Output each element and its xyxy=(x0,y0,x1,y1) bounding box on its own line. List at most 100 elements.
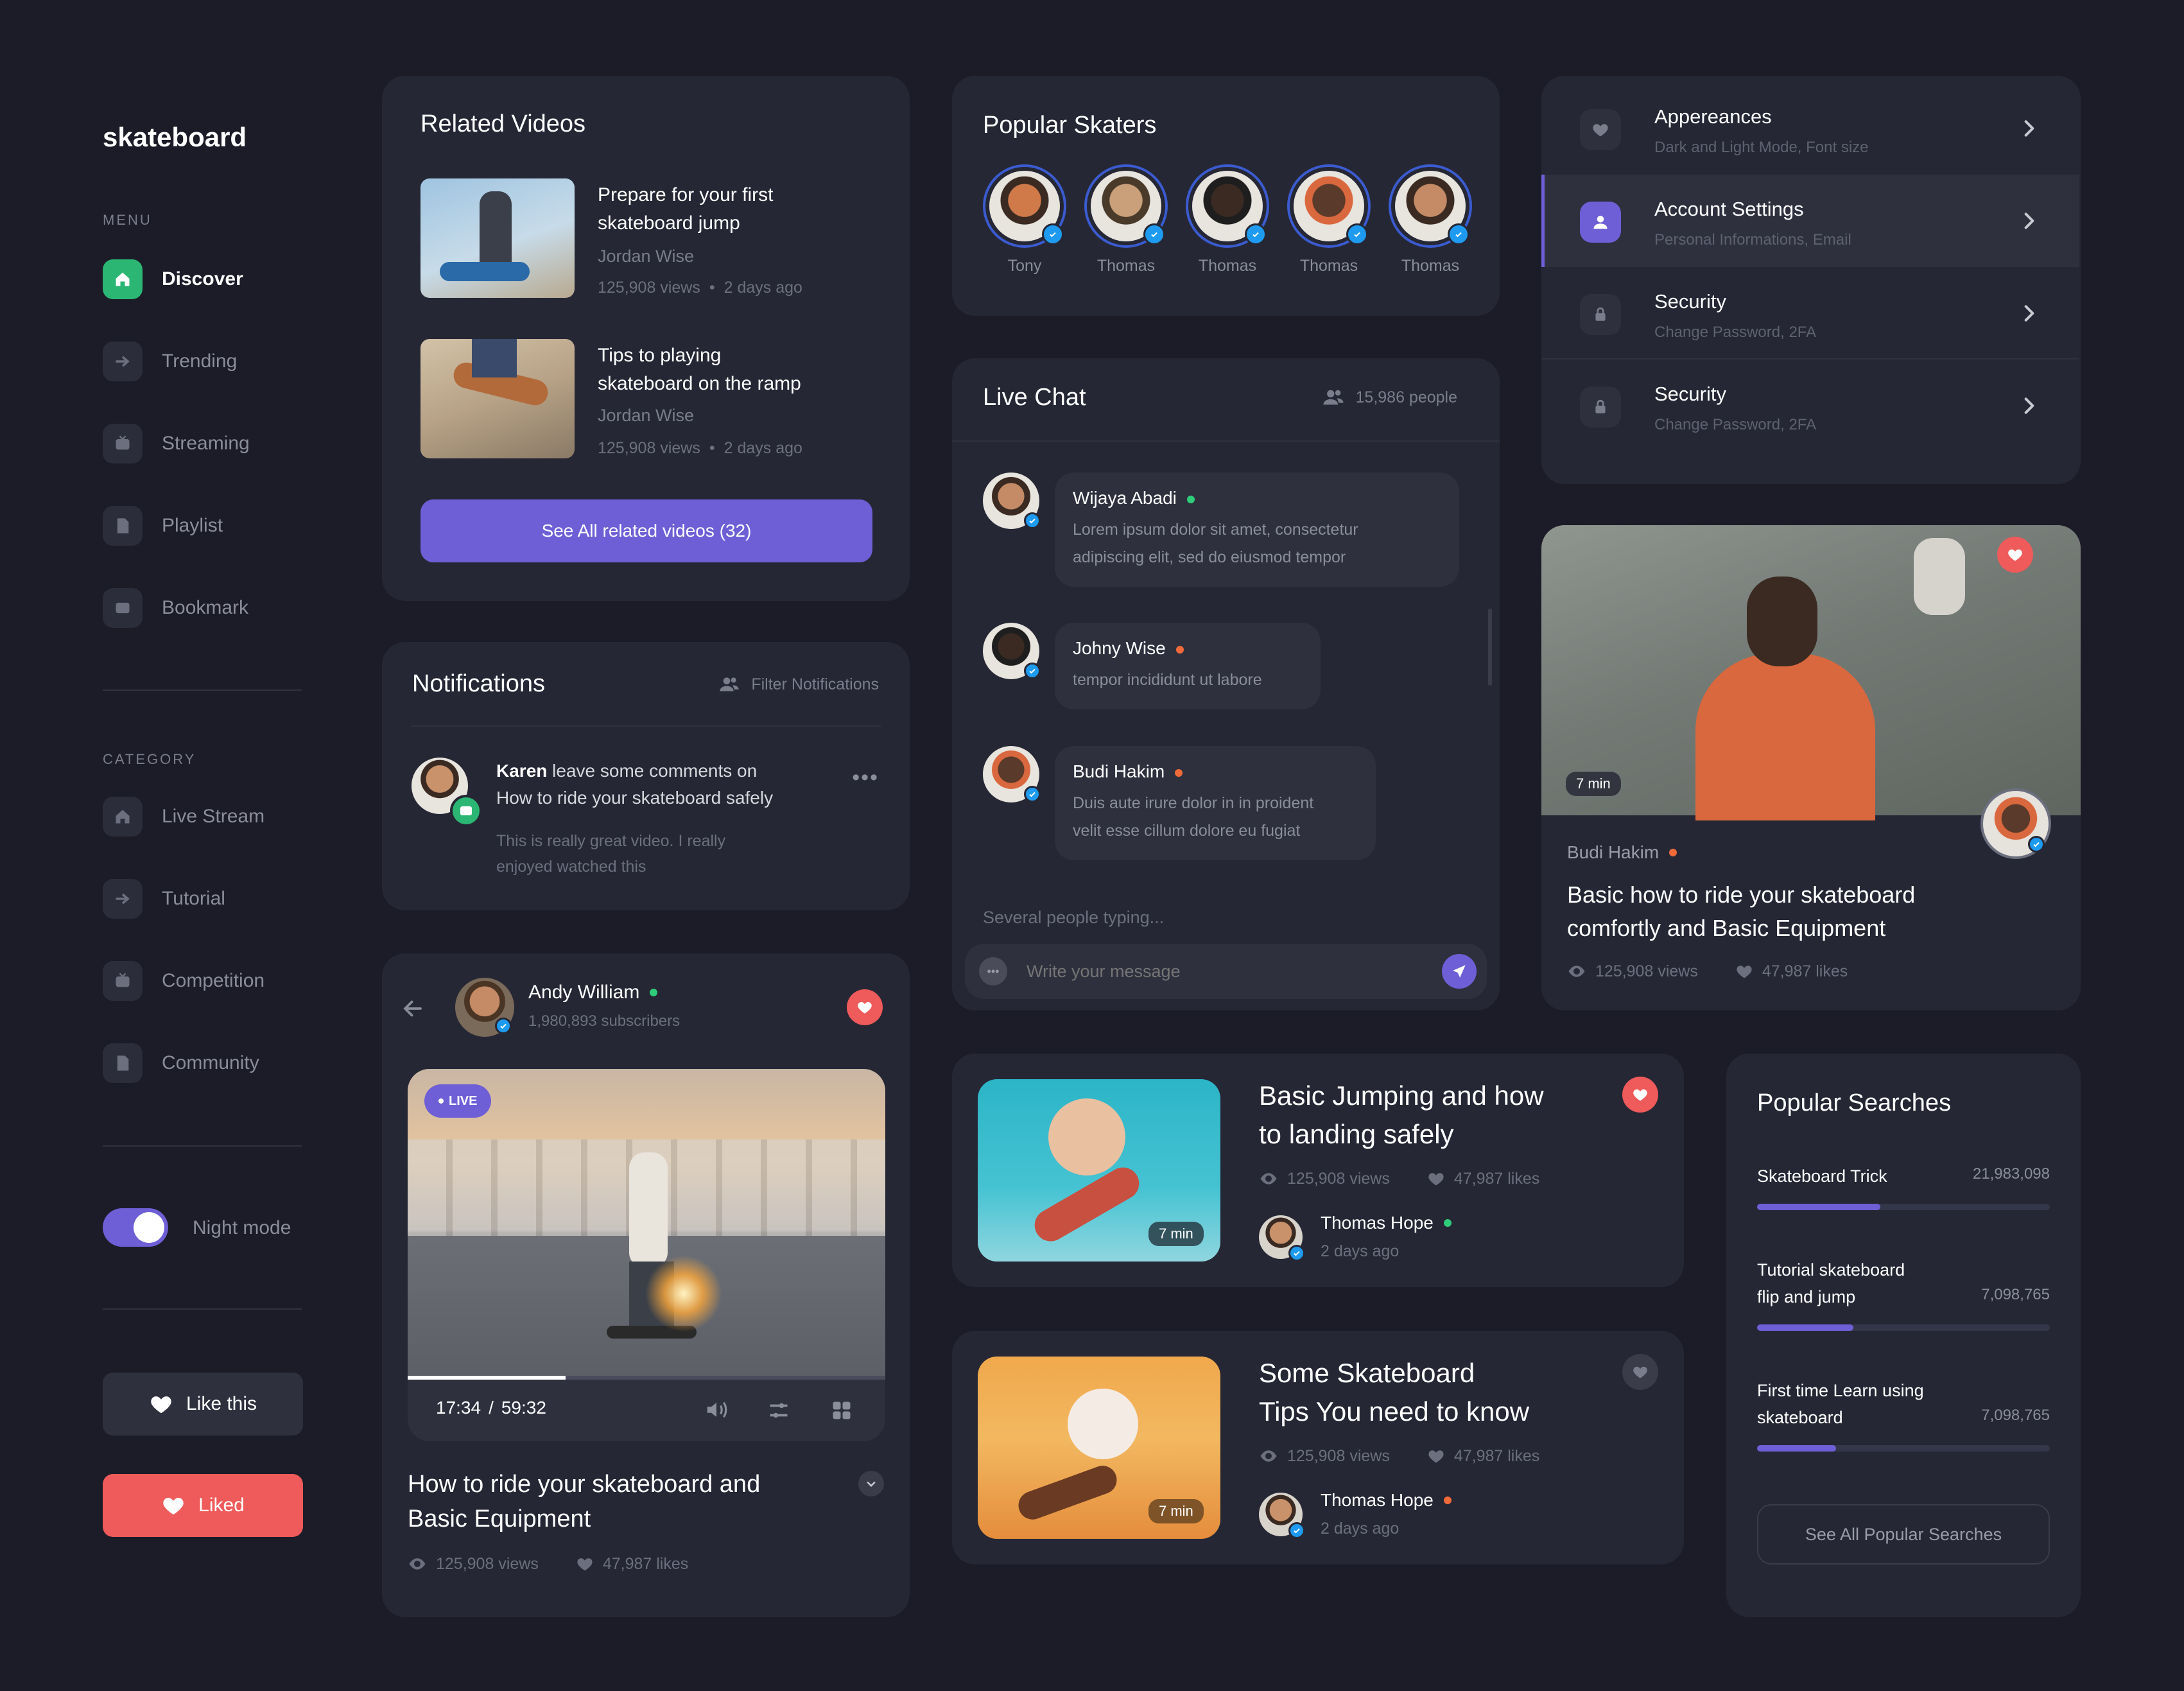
thumbnail-board xyxy=(440,262,530,281)
skater-name: Thomas xyxy=(1198,257,1257,275)
chevron-right-icon xyxy=(2019,303,2040,324)
video-card-stats: 125,908 views 47,987 likes xyxy=(1259,1446,1539,1466)
thumbnail-skater xyxy=(1914,538,1965,615)
sidebar-item-bookmark[interactable]: Bookmark xyxy=(103,588,248,628)
search-term[interactable]: Skateboard Trick xyxy=(1757,1163,1887,1190)
message-input[interactable] xyxy=(1027,957,1412,986)
time-display: 17:34/59:32 xyxy=(436,1398,546,1418)
liked-button-label: Liked xyxy=(198,1495,245,1516)
video-card-author[interactable]: Thomas Hope xyxy=(1321,1213,1452,1233)
heart-icon xyxy=(1632,1364,1649,1380)
popular-skaters-card: Popular Skaters Tony Thomas Thomas Thomas Th… xyxy=(952,76,1500,316)
settings-sliders-icon[interactable] xyxy=(767,1399,790,1425)
notification-text[interactable]: Karen leave some comments on How to ride… xyxy=(496,758,773,811)
sidebar-divider xyxy=(103,689,302,691)
video-thumbnail[interactable] xyxy=(420,339,575,458)
settings-row-security[interactable]: Security Change Password, 2FA xyxy=(1541,360,2079,452)
channel-name[interactable]: Andy William xyxy=(528,982,658,1003)
chat-message-text: Lorem ipsum dolor sit amet, consectetur a… xyxy=(1073,521,1358,566)
video-card-title[interactable]: Some Skateboard Tips You need to know xyxy=(1259,1354,1529,1431)
video-card[interactable]: 7 min Some Skateboard Tips You need to kn… xyxy=(952,1331,1684,1565)
see-all-related-button[interactable]: See All related videos (32) xyxy=(420,499,872,562)
comment-badge-icon xyxy=(450,795,482,827)
video-card-stats: 125,908 views 47,987 likes xyxy=(1259,1169,1539,1188)
sidebar-item-label: Tutorial xyxy=(162,888,225,909)
arrow-icon xyxy=(103,879,143,919)
chevron-right-icon xyxy=(2019,395,2040,416)
sidebar-item-tutorial[interactable]: Tutorial xyxy=(103,879,225,919)
favorite-button[interactable] xyxy=(1622,1077,1658,1113)
settings-row-appearances[interactable]: Appereances Dark and Light Mode, Font si… xyxy=(1541,82,2079,175)
featured-title[interactable]: Basic how to ride your skateboard comfort… xyxy=(1567,878,1915,945)
video-meta: 125,908 views • 2 days ago xyxy=(598,439,802,457)
settings-row-security[interactable]: Security Change Password, 2FA xyxy=(1541,267,2079,360)
video-title[interactable]: Tips to playing skateboard on the ramp xyxy=(598,342,801,398)
chat-bubble: Johny Wise tempor incididunt ut labore xyxy=(1055,623,1321,709)
send-button[interactable] xyxy=(1442,954,1477,989)
favorite-button[interactable] xyxy=(1622,1354,1658,1390)
chat-scrollbar[interactable] xyxy=(1488,609,1492,686)
chat-author: Johny Wise xyxy=(1073,638,1303,659)
see-all-searches-button[interactable]: See All Popular Searches xyxy=(1757,1504,2050,1565)
heart-icon xyxy=(1427,1447,1445,1465)
status-dot xyxy=(1186,495,1195,503)
chat-bubble: Wijaya Abadi Lorem ipsum dolor sit amet, … xyxy=(1055,473,1459,587)
live-badge: LIVE xyxy=(424,1084,492,1118)
grid-icon[interactable] xyxy=(830,1399,853,1425)
liked-button[interactable]: Liked xyxy=(103,1474,303,1537)
send-icon xyxy=(1451,963,1468,980)
search-progress-bar xyxy=(1757,1204,2050,1210)
sidebar-item-community[interactable]: Community xyxy=(103,1043,259,1083)
search-progress-fill xyxy=(1757,1204,1880,1210)
sidebar-item-discover[interactable]: Discover xyxy=(103,259,243,299)
video-card[interactable]: 7 min Basic Jumping and how to landing sa… xyxy=(952,1054,1684,1287)
sidebar-item-competition[interactable]: Competition xyxy=(103,961,264,1001)
featured-thumbnail[interactable] xyxy=(1541,525,2081,820)
settings-row-title: Security xyxy=(1654,383,1726,405)
thumbnail-head xyxy=(1747,577,1817,666)
verified-icon xyxy=(1042,223,1064,245)
settings-row-account[interactable]: Account Settings Personal Informations, … xyxy=(1541,175,2079,267)
heart-icon xyxy=(1427,1170,1445,1188)
video-thumbnail[interactable] xyxy=(420,178,575,298)
chat-message-text: Duis aute irure dolor in in proident veli… xyxy=(1073,794,1314,840)
search-count: 21,983,098 xyxy=(1972,1165,2050,1183)
volume-icon[interactable] xyxy=(704,1398,729,1425)
featured-author[interactable]: Budi Hakim xyxy=(1567,842,1677,863)
lock-icon xyxy=(1580,294,1621,335)
seek-bar[interactable] xyxy=(408,1376,885,1380)
favorite-button[interactable] xyxy=(1997,537,2033,573)
verified-icon xyxy=(1448,223,1469,245)
video-title[interactable]: Prepare for your first skateboard jump xyxy=(598,181,773,238)
toggle-knob xyxy=(134,1212,164,1243)
sidebar-item-streaming[interactable]: Streaming xyxy=(103,424,250,464)
sidebar-item-label: Competition xyxy=(162,970,265,991)
video-card-author[interactable]: Thomas Hope xyxy=(1321,1490,1452,1511)
favorite-button[interactable] xyxy=(847,989,883,1025)
video-card-age: 2 days ago xyxy=(1321,1520,1400,1538)
featured-stats: 125,908 views 47,987 likes xyxy=(1567,962,1848,981)
video-card-title[interactable]: Basic Jumping and how to landing safely xyxy=(1259,1077,1544,1154)
eye-icon xyxy=(1567,962,1586,981)
night-mode-label: Night mode xyxy=(193,1217,291,1238)
more-options-icon[interactable]: ••• xyxy=(852,765,879,790)
file-icon xyxy=(103,1043,143,1083)
search-term[interactable]: First time Learn using skateboard xyxy=(1757,1377,1924,1431)
search-term[interactable]: Tutorial skateboard flip and jump xyxy=(1757,1256,1905,1310)
video-player[interactable]: LIVE 17:34/59:32 xyxy=(408,1069,885,1441)
user-icon xyxy=(1580,202,1621,243)
chevron-down-icon[interactable] xyxy=(858,1471,884,1496)
search-count: 7,098,765 xyxy=(1981,1286,2050,1303)
emoji-icon[interactable]: ••• xyxy=(979,957,1007,985)
like-button[interactable]: Like this xyxy=(103,1373,303,1435)
verified-icon xyxy=(1143,223,1165,245)
verified-icon xyxy=(1346,223,1368,245)
sidebar-item-playlist[interactable]: Playlist xyxy=(103,506,223,546)
back-arrow-icon[interactable] xyxy=(401,997,424,1023)
sidebar-item-trending[interactable]: Trending xyxy=(103,342,237,381)
featured-video-card[interactable]: 7 min Budi Hakim Basic how to ride your … xyxy=(1541,525,2081,1010)
sidebar-item-live-stream[interactable]: Live Stream xyxy=(103,797,264,837)
night-mode-toggle[interactable] xyxy=(103,1208,168,1247)
filter-notifications[interactable]: Filter Notifications xyxy=(719,674,879,695)
player-video-title: How to ride your skateboard and Basic Equ… xyxy=(408,1471,761,1532)
